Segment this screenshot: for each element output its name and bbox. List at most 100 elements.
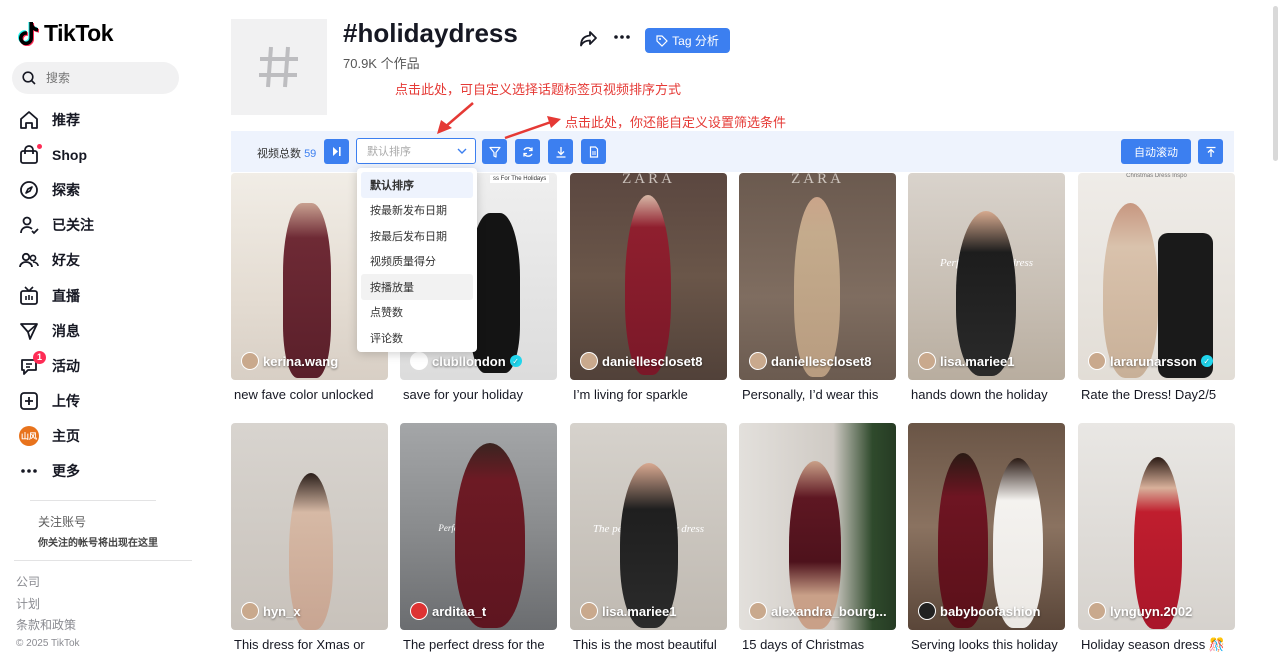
footer-link-company[interactable]: 公司 (16, 573, 80, 595)
nav-item-label: 主页 (52, 428, 80, 445)
video-author[interactable]: clubllondon ✓ (410, 352, 522, 370)
author-avatar (580, 352, 598, 370)
nav-item-activity[interactable]: 1 活动 (18, 348, 94, 383)
video-thumbnail[interactable]: The perfect holiday dress lisa.mariee1 (570, 423, 727, 630)
author-avatar (1088, 602, 1106, 620)
video-thumbnail[interactable]: Christmas Dress Inspo lararunarsson ✓ (1078, 173, 1235, 380)
video-thumbnail[interactable]: lynguyn.2002 (1078, 423, 1235, 630)
video-caption[interactable]: Serving looks this holiday (908, 636, 1065, 654)
video-card[interactable]: hyn_x This dress for Xmas or (231, 423, 388, 654)
video-caption[interactable]: Rate the Dress! Day2/5 (1078, 386, 1235, 404)
video-card[interactable]: Perfect Holiday Dress arditaa_t The perf… (400, 423, 557, 654)
home-icon (18, 109, 40, 131)
nav-item-label: 上传 (52, 393, 80, 410)
nav-item-profile[interactable]: 山风 主页 (18, 419, 94, 454)
author-avatar (749, 602, 767, 620)
video-thumbnail-figure (455, 443, 525, 628)
main-nav: 推荐 Shop 探索 已关注 好友 直播 消息 1 活动 上传 山风 主页 更多 (18, 102, 94, 489)
video-caption[interactable]: save for your holiday (400, 386, 557, 404)
footer-link-terms[interactable]: 条款和政策 (16, 616, 80, 638)
tag-analysis-button[interactable]: Tag 分析 (645, 28, 730, 53)
video-thumbnail[interactable]: babyboofashion (908, 423, 1065, 630)
video-caption[interactable]: I’m living for sparkle (570, 386, 727, 404)
nav-item-following[interactable]: 已关注 (18, 208, 94, 243)
video-author[interactable]: babyboofashion (918, 602, 1040, 620)
filter-button[interactable] (482, 139, 507, 164)
video-caption[interactable]: 15 days of Christmas (739, 636, 896, 654)
nav-item-label: 更多 (52, 463, 80, 480)
nav-item-recommend[interactable]: 推荐 (18, 102, 94, 137)
sort-option-default[interactable]: 默认排序 (361, 172, 473, 198)
sort-option-likes[interactable]: 点赞数 (361, 300, 473, 326)
sort-option-views[interactable]: 按播放量 (361, 274, 473, 300)
tiktok-logo[interactable]: TikTok (18, 20, 114, 47)
video-card[interactable]: Christmas Dress Inspo lararunarsson ✓ Rat… (1078, 173, 1235, 404)
author-avatar (410, 352, 428, 370)
video-caption[interactable]: This dress for Xmas or (231, 636, 388, 654)
sort-option-newest[interactable]: 按最新发布日期 (361, 198, 473, 224)
video-card[interactable]: The perfect holiday dress lisa.mariee1 T… (570, 423, 727, 654)
video-thumbnail[interactable]: Perfect holiday dress lisa.mariee1 (908, 173, 1065, 380)
video-author[interactable]: daniellescloset8 (749, 352, 871, 370)
author-name: lararunarsson (1110, 353, 1197, 369)
skip-button[interactable] (324, 139, 349, 164)
video-thumbnail[interactable]: Perfect Holiday Dress arditaa_t (400, 423, 557, 630)
nav-item-messages[interactable]: 消息 (18, 313, 94, 348)
video-author[interactable]: lararunarsson ✓ (1088, 352, 1213, 370)
nav-item-live[interactable]: 直播 (18, 278, 94, 313)
author-name: arditaa_t (432, 603, 487, 619)
sort-select[interactable]: 默认排序 (356, 138, 476, 164)
back-to-top-button[interactable] (1198, 139, 1223, 164)
video-author[interactable]: lynguyn.2002 (1088, 602, 1192, 620)
send-icon (18, 320, 40, 342)
video-caption[interactable]: The perfect dress for the (400, 636, 557, 654)
download-button[interactable] (548, 139, 573, 164)
video-author[interactable]: daniellescloset8 (580, 352, 702, 370)
video-caption[interactable]: new fave color unlocked (231, 386, 388, 404)
page-scrollbar[interactable] (1273, 6, 1278, 161)
video-author[interactable]: alexandra_bourg... (749, 602, 887, 620)
video-caption[interactable]: Personally, I’d wear this (739, 386, 896, 404)
video-card[interactable]: Perfect holiday dress lisa.mariee1 hands… (908, 173, 1065, 404)
nav-item-friends[interactable]: 好友 (18, 243, 94, 278)
nav-item-upload[interactable]: 上传 (18, 384, 94, 419)
video-thumbnail-figure (625, 195, 671, 375)
video-thumbnail[interactable]: ZARA daniellescloset8 (570, 173, 727, 380)
video-card[interactable]: lynguyn.2002 Holiday season dress 🎊 (1078, 423, 1235, 654)
video-caption[interactable]: Holiday season dress 🎊 (1078, 636, 1235, 654)
search-input[interactable] (46, 71, 156, 85)
nav-item-shop[interactable]: Shop (18, 137, 94, 172)
video-caption[interactable]: This is the most beautiful (570, 636, 727, 654)
avatar: 山风 (19, 426, 39, 447)
upload-plus-icon (18, 390, 40, 412)
video-card[interactable]: babyboofashion Serving looks this holida… (908, 423, 1065, 654)
video-author[interactable]: lisa.mariee1 (918, 352, 1014, 370)
nav-item-more[interactable]: 更多 (18, 454, 94, 489)
video-author[interactable]: arditaa_t (410, 602, 486, 620)
export-button[interactable] (581, 139, 606, 164)
auto-scroll-button[interactable]: 自动滚动 (1121, 139, 1191, 164)
sort-option-comments[interactable]: 评论数 (361, 325, 473, 351)
share-button[interactable] (577, 28, 599, 50)
shop-bag-icon (18, 143, 42, 166)
more-options-button[interactable] (611, 26, 633, 48)
sort-option-quality[interactable]: 视频质量得分 (361, 249, 473, 275)
video-card[interactable]: alexandra_bourg... 15 days of Christmas (739, 423, 896, 654)
tag-analysis-label: Tag 分析 (672, 34, 719, 48)
video-thumbnail[interactable]: alexandra_bourg... (739, 423, 896, 630)
video-author[interactable]: hyn_x (241, 602, 301, 620)
nav-item-explore[interactable]: 探索 (18, 172, 94, 207)
video-author[interactable]: lisa.mariee1 (580, 602, 676, 620)
video-thumbnail[interactable]: ZARA daniellescloset8 (739, 173, 896, 380)
author-name: daniellescloset8 (771, 353, 872, 369)
sort-option-oldest[interactable]: 按最后发布日期 (361, 223, 473, 249)
search-bar[interactable] (12, 62, 179, 94)
video-thumbnail[interactable]: hyn_x (231, 423, 388, 630)
footer-link-programs[interactable]: 计划 (16, 595, 80, 617)
video-card[interactable]: ZARA daniellescloset8 I’m living for spa… (570, 173, 727, 404)
video-author[interactable]: kerina.wang (241, 352, 338, 370)
refresh-button[interactable] (515, 139, 540, 164)
video-card[interactable]: ZARA daniellescloset8 Personally, I’d we… (739, 173, 896, 404)
document-icon (589, 145, 598, 158)
video-caption[interactable]: hands down the holiday (908, 386, 1065, 404)
